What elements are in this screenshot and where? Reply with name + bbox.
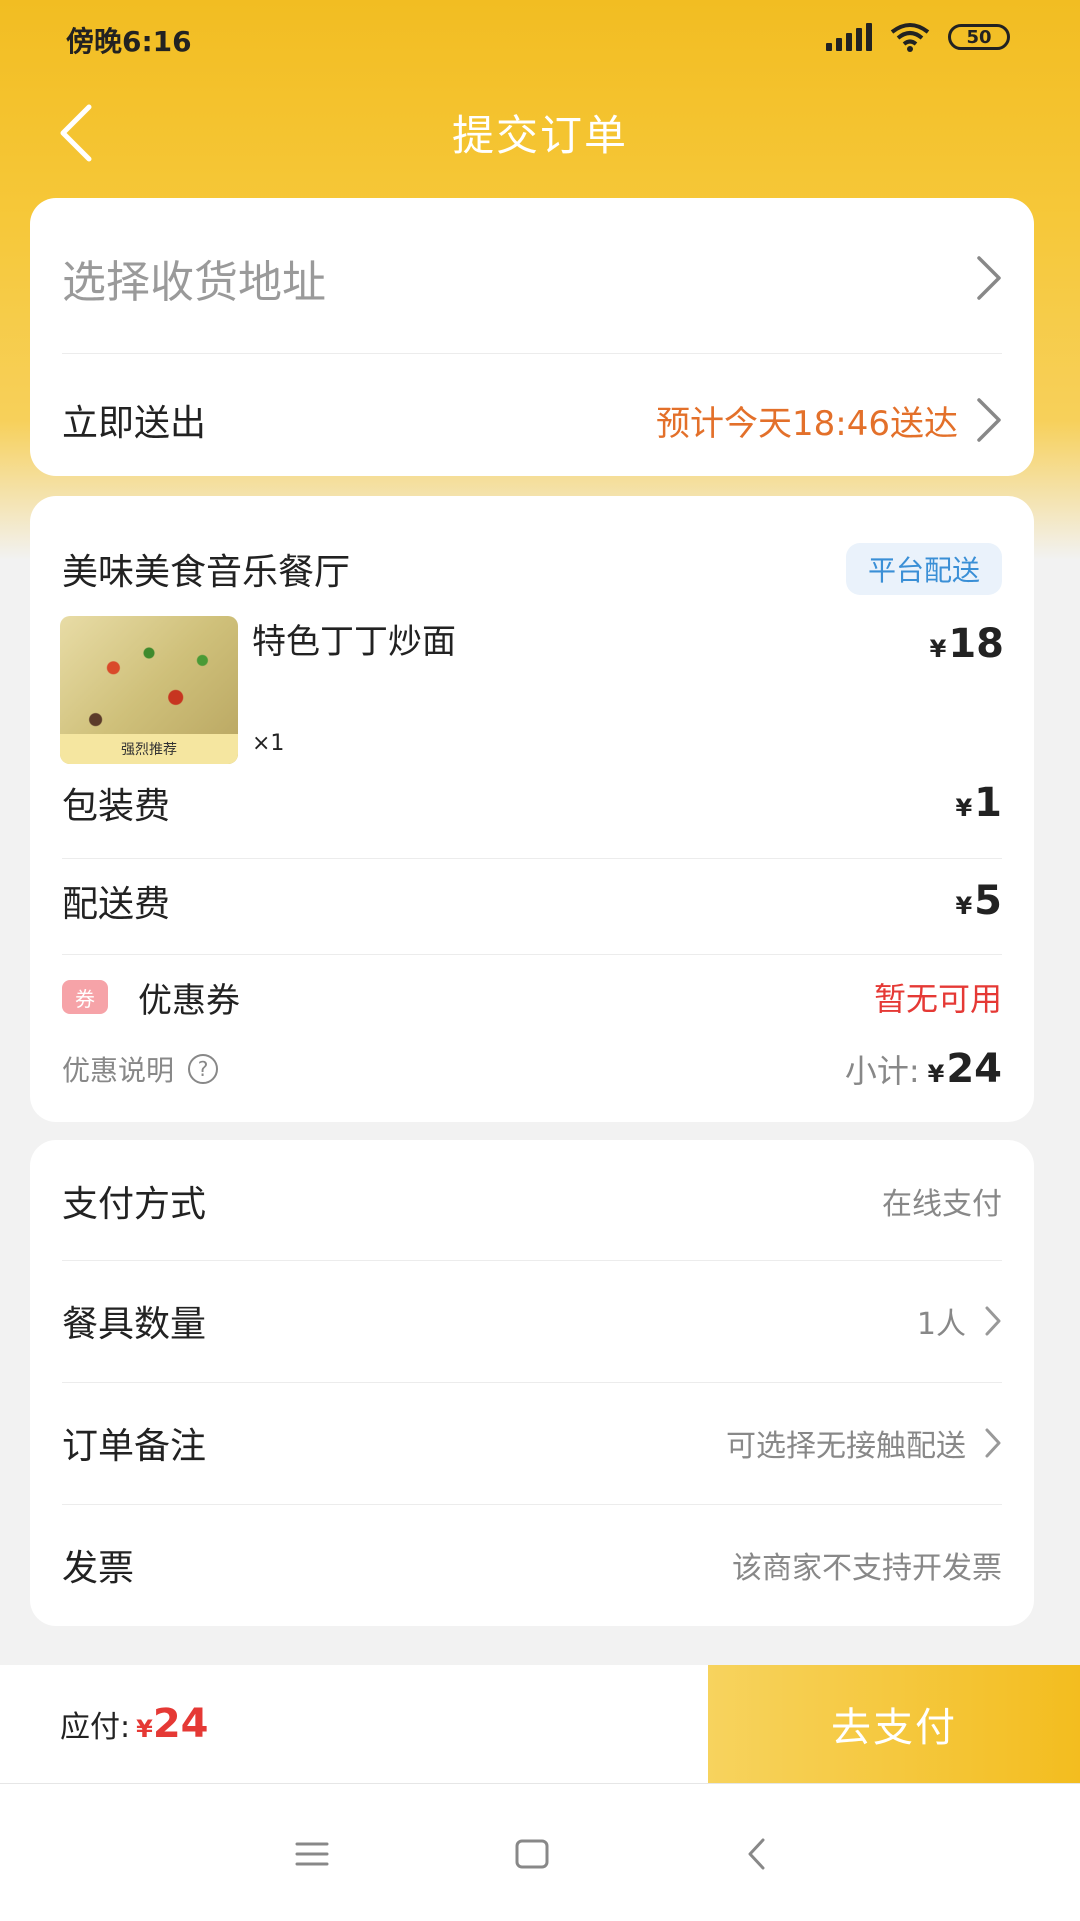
coupon-status: 暂无可用 bbox=[873, 980, 1002, 1018]
subtotal: 小计: ¥24 bbox=[844, 1046, 1002, 1092]
delivery-fee-row: 配送费 ¥5 bbox=[62, 874, 1002, 928]
discount-description[interactable]: 优惠说明 ? bbox=[62, 1049, 219, 1089]
thumbnail-label: 强烈推荐 bbox=[60, 734, 238, 764]
divider bbox=[62, 1382, 1002, 1383]
shop-row: 美味美食音乐餐厅 平台配送 bbox=[62, 543, 1002, 595]
invoice-label: 发票 bbox=[62, 1548, 135, 1589]
status-time: 傍晚6:16 bbox=[66, 25, 192, 58]
chevron-right-icon bbox=[976, 397, 1002, 443]
divider bbox=[62, 1504, 1002, 1505]
menu-icon bbox=[295, 1842, 329, 1866]
coupon-row[interactable]: 券 优惠券 暂无可用 bbox=[62, 970, 1002, 1024]
status-bar: 傍晚6:16 50 bbox=[0, 0, 1080, 80]
divider bbox=[62, 858, 1002, 859]
subtotal-label: 小计: bbox=[844, 1052, 920, 1090]
pay-button[interactable]: 去支付 bbox=[708, 1665, 1080, 1783]
invoice-row: 发票 该商家不支持开发票 bbox=[62, 1534, 1002, 1596]
coupon-label: 优惠券 bbox=[138, 980, 240, 1021]
back-nav-button[interactable] bbox=[726, 1824, 786, 1884]
chevron-right-icon bbox=[984, 1427, 1002, 1459]
address-card: 选择收货地址 立即送出 预计今天18:46送达 bbox=[30, 198, 1034, 476]
delivery-fee-price: ¥5 bbox=[955, 878, 1002, 924]
payment-method-row[interactable]: 支付方式 在线支付 bbox=[62, 1170, 1002, 1232]
divider bbox=[62, 954, 1002, 955]
item-quantity: ×1 bbox=[252, 731, 285, 756]
tableware-row[interactable]: 餐具数量 1人 bbox=[62, 1290, 1002, 1352]
item-price: ¥18 bbox=[929, 621, 1004, 667]
wifi-icon bbox=[890, 23, 930, 52]
coupon-icon: 券 bbox=[62, 980, 108, 1014]
delivery-mode-label: 立即送出 bbox=[62, 403, 207, 444]
home-icon bbox=[515, 1839, 549, 1869]
menu-nav-button[interactable] bbox=[282, 1824, 342, 1884]
packaging-fee-label: 包装费 bbox=[62, 786, 171, 827]
subtotal-value: 24 bbox=[946, 1046, 1002, 1092]
battery-icon: 50 bbox=[948, 24, 1010, 50]
chevron-right-icon bbox=[976, 255, 1002, 301]
system-nav-bar bbox=[0, 1783, 1080, 1921]
delivery-fee-label: 配送费 bbox=[62, 884, 171, 925]
payable-label: 应付: bbox=[60, 1710, 131, 1745]
chevron-right-icon bbox=[984, 1305, 1002, 1337]
checkout-bar: 应付: ¥24 去支付 bbox=[0, 1665, 1080, 1783]
order-card: 美味美食音乐餐厅 平台配送 强烈推荐 特色丁丁炒面 ×1 ¥18 包装费 ¥1 … bbox=[30, 496, 1034, 1122]
address-placeholder: 选择收货地址 bbox=[62, 257, 326, 308]
status-icons: 50 bbox=[826, 22, 1010, 52]
currency-symbol: ¥ bbox=[929, 635, 947, 663]
platform-delivery-badge: 平台配送 bbox=[845, 543, 1002, 595]
shop-name: 美味美食音乐餐厅 bbox=[62, 552, 351, 593]
options-card: 支付方式 在线支付 餐具数量 1人 订单备注 可选择无接触配送 发票 该商家不支… bbox=[30, 1140, 1034, 1626]
payment-method-value: 在线支付 bbox=[882, 1187, 1002, 1222]
divider bbox=[62, 1260, 1002, 1261]
subtotal-row: 优惠说明 ? 小计: ¥24 bbox=[62, 1042, 1002, 1096]
title-bar: 提交订单 bbox=[0, 80, 1080, 180]
tableware-value: 1人 bbox=[916, 1307, 966, 1342]
address-row[interactable]: 选择收货地址 bbox=[62, 238, 1002, 318]
order-note-value: 可选择无接触配送 bbox=[726, 1429, 966, 1464]
item-thumbnail: 强烈推荐 bbox=[60, 616, 238, 764]
signal-icon bbox=[826, 23, 872, 51]
packaging-fee-price: ¥1 bbox=[955, 780, 1002, 826]
tableware-label: 餐具数量 bbox=[62, 1304, 207, 1345]
payable-amount: 应付: ¥24 bbox=[60, 1701, 209, 1747]
divider bbox=[62, 353, 1002, 354]
back-nav-icon bbox=[748, 1838, 765, 1870]
packaging-fee-row: 包装费 ¥1 bbox=[62, 776, 1002, 830]
delivery-time-row[interactable]: 立即送出 预计今天18:46送达 bbox=[62, 380, 1002, 460]
payable-value: 24 bbox=[152, 1701, 209, 1747]
discount-description-label: 优惠说明 bbox=[62, 1054, 175, 1087]
payment-method-label: 支付方式 bbox=[62, 1184, 207, 1225]
invoice-value: 该商家不支持开发票 bbox=[732, 1551, 1002, 1586]
item-name: 特色丁丁炒面 bbox=[252, 622, 456, 662]
eta-text: 预计今天18:46送达 bbox=[656, 403, 958, 444]
order-note-label: 订单备注 bbox=[62, 1426, 207, 1467]
page-title: 提交订单 bbox=[451, 111, 628, 160]
home-nav-button[interactable] bbox=[502, 1824, 562, 1884]
help-icon[interactable]: ? bbox=[188, 1054, 219, 1084]
order-note-row[interactable]: 订单备注 可选择无接触配送 bbox=[62, 1412, 1002, 1474]
